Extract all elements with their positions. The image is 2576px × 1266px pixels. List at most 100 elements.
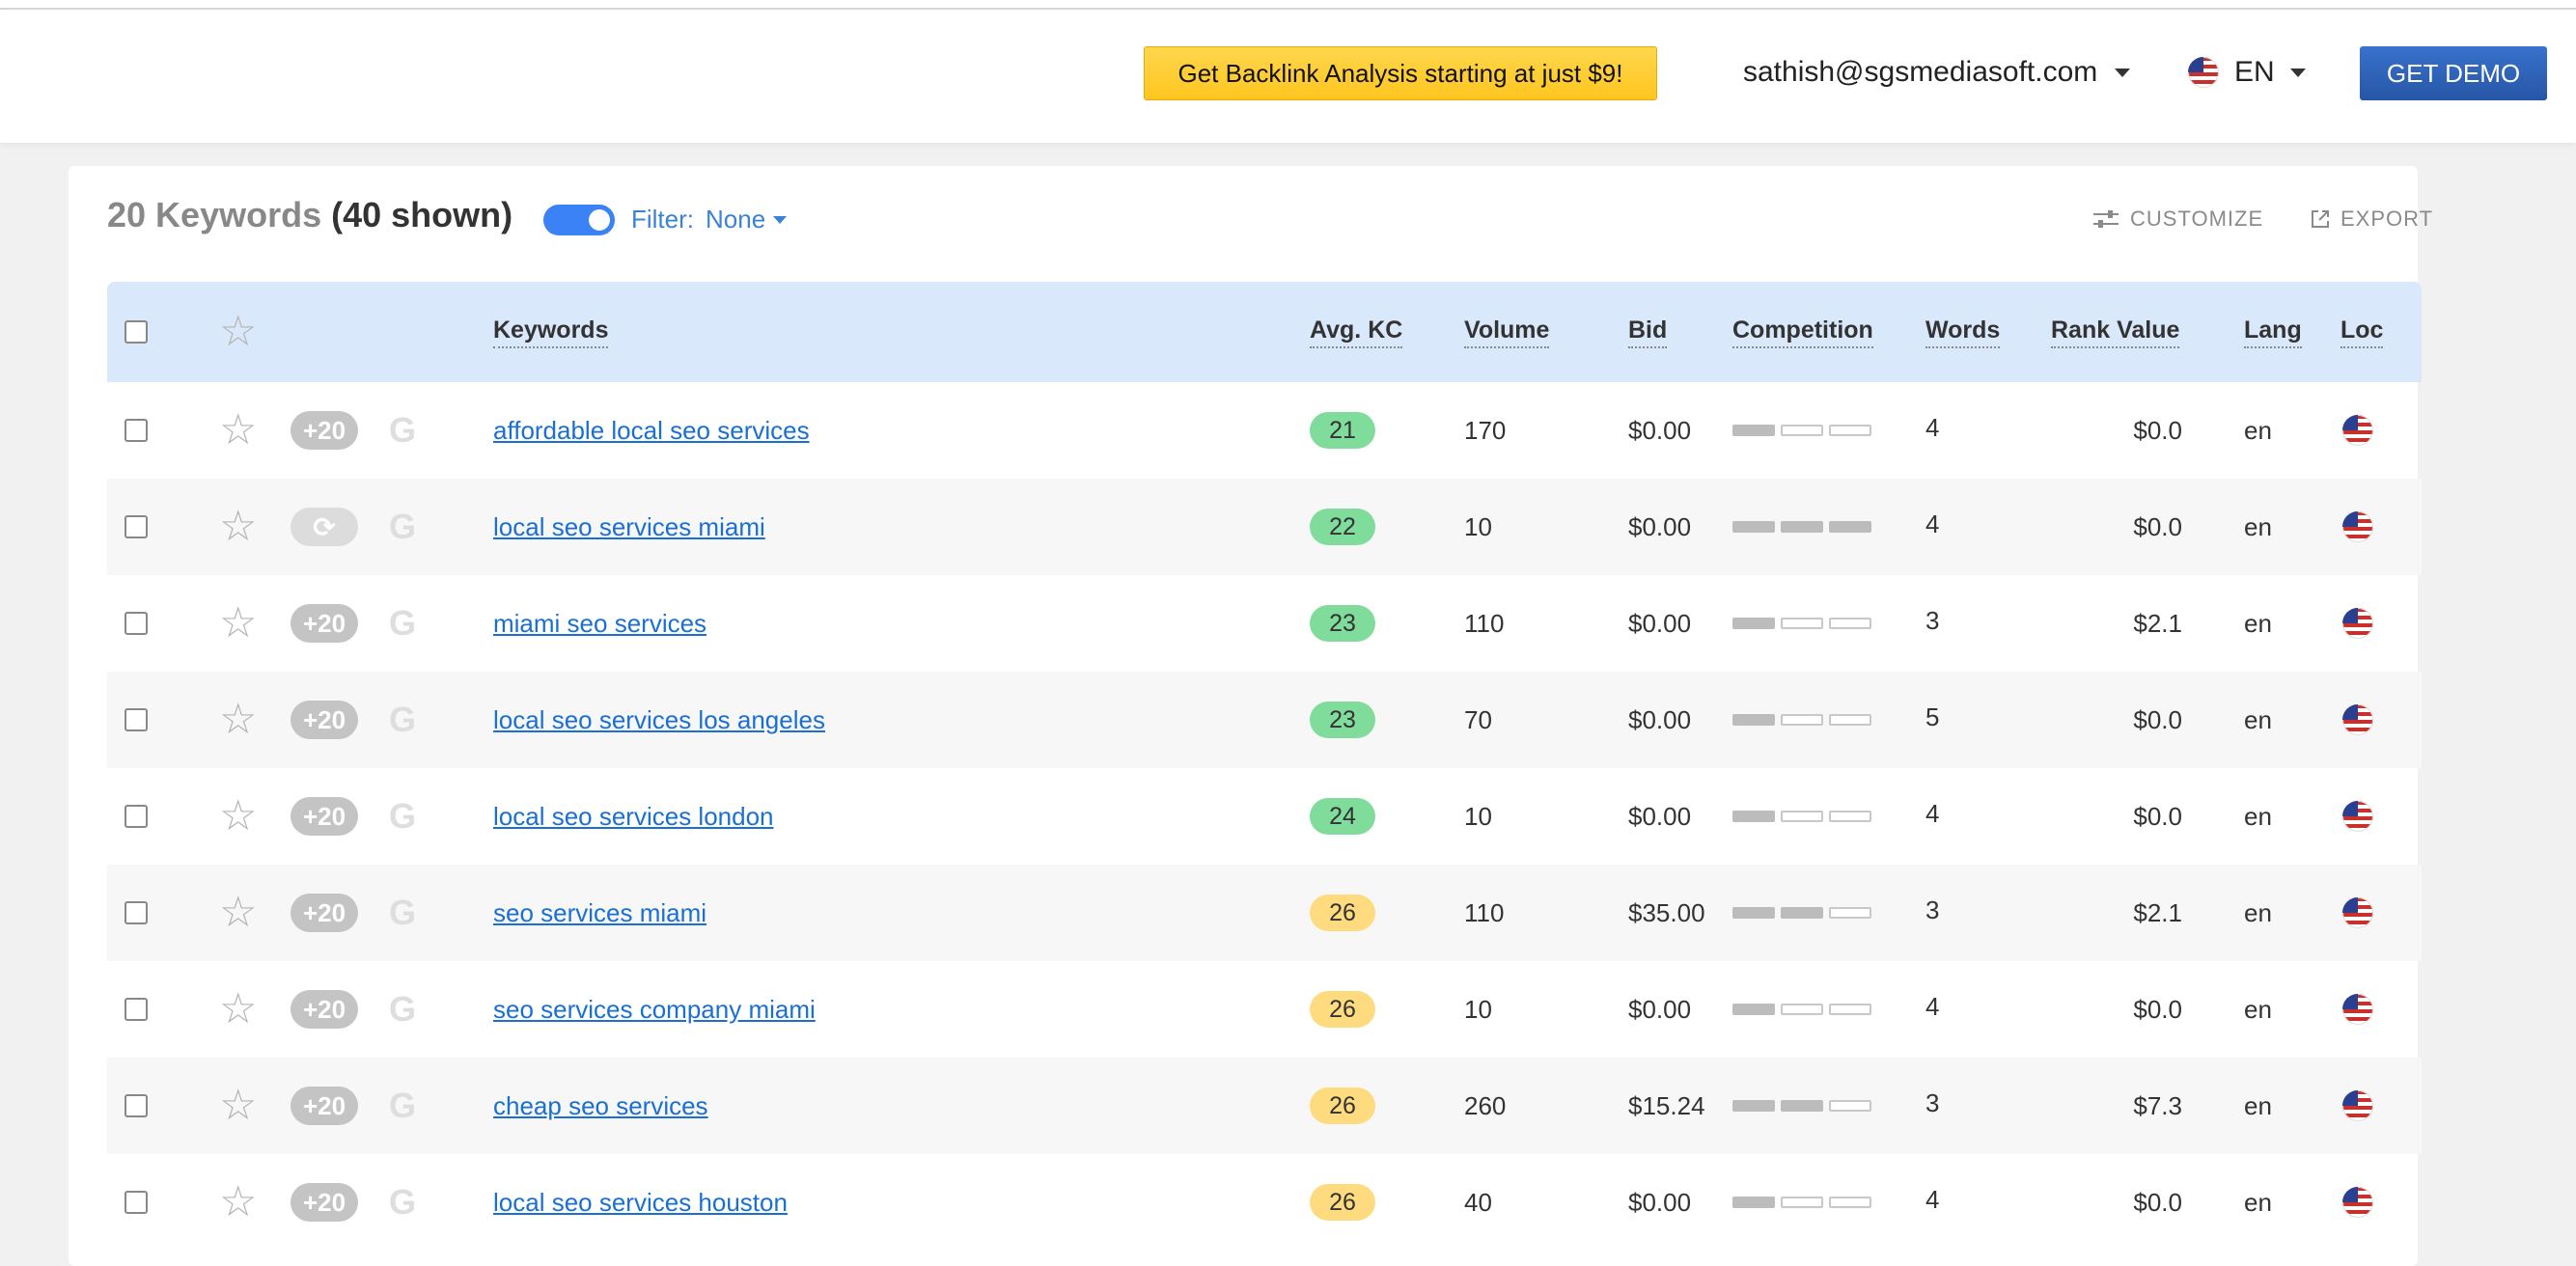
rank-value: $0.0 — [2133, 1187, 2182, 1217]
kc-badge: 26 — [1310, 1184, 1375, 1221]
rank-value: $7.3 — [2133, 1090, 2182, 1120]
column-competition[interactable]: Competition — [1732, 316, 1873, 348]
column-volume[interactable]: Volume — [1464, 316, 1550, 348]
column-bid[interactable]: Bid — [1628, 316, 1668, 348]
bid-value: $0.00 — [1628, 704, 1692, 734]
competition-segment — [1829, 618, 1871, 629]
competition-segment — [1829, 907, 1871, 919]
row-checkbox[interactable] — [125, 805, 148, 828]
export-button[interactable]: EXPORT — [2310, 206, 2433, 232]
star-icon[interactable]: ☆ — [219, 699, 257, 741]
column-words[interactable]: Words — [1925, 316, 2001, 348]
column-keywords[interactable]: Keywords — [493, 316, 609, 348]
column-loc[interactable]: Loc — [2341, 316, 2384, 348]
language-selector[interactable]: EN — [2188, 56, 2306, 89]
volume-value: 10 — [1464, 511, 1492, 541]
star-icon[interactable]: ☆ — [219, 409, 257, 452]
google-icon[interactable]: G — [389, 989, 416, 1030]
star-icon[interactable]: ☆ — [219, 506, 257, 548]
table-row: ☆ +20 Glocal seo services los angeles 23 70 $… — [107, 672, 2422, 768]
keyword-link[interactable]: affordable local seo services — [493, 416, 810, 446]
row-checkbox[interactable] — [125, 612, 148, 635]
star-icon[interactable]: ☆ — [219, 1085, 257, 1127]
google-icon[interactable]: G — [389, 1182, 416, 1223]
competition-meter — [1732, 1100, 1871, 1112]
competition-segment — [1781, 811, 1823, 822]
keyword-link[interactable]: seo services miami — [493, 898, 706, 928]
related-count-badge[interactable]: +20 — [291, 604, 358, 643]
star-icon[interactable]: ☆ — [219, 311, 257, 353]
column-rank-value[interactable]: Rank Value — [2051, 316, 2180, 348]
rank-value: $0.0 — [2133, 415, 2182, 445]
competition-meter — [1732, 425, 1871, 436]
export-label: EXPORT — [2341, 206, 2434, 231]
words-value: 4 — [1925, 412, 1940, 442]
related-count-badge[interactable]: +20 — [291, 894, 358, 932]
competition-segment — [1732, 618, 1775, 629]
star-icon[interactable]: ☆ — [219, 795, 257, 838]
kc-badge: 23 — [1310, 605, 1375, 642]
keyword-count-label: 20 Keywords — [107, 195, 322, 234]
keyword-link[interactable]: local seo services london — [493, 802, 774, 832]
column-avg-kc[interactable]: Avg. KC — [1310, 316, 1403, 348]
google-icon[interactable]: G — [389, 700, 416, 740]
get-demo-button[interactable]: GET DEMO — [2360, 46, 2547, 100]
google-icon[interactable]: G — [389, 796, 416, 837]
us-flag-icon — [2342, 897, 2373, 928]
keyword-link[interactable]: local seo services houston — [493, 1188, 788, 1218]
words-value: 3 — [1925, 1087, 1940, 1117]
competition-segment — [1829, 1197, 1871, 1208]
competition-segment — [1829, 1004, 1871, 1015]
words-value: 4 — [1925, 1184, 1940, 1214]
google-icon[interactable]: G — [389, 1086, 416, 1126]
competition-segment — [1829, 521, 1871, 533]
row-checkbox[interactable] — [125, 901, 148, 924]
kc-badge: 21 — [1310, 412, 1375, 449]
row-checkbox[interactable] — [125, 515, 148, 538]
keyword-link[interactable]: seo services company miami — [493, 995, 816, 1025]
related-count-badge[interactable]: ⟳ — [291, 508, 358, 546]
user-menu[interactable]: sathish@sgsmediasoft.com — [1743, 56, 2131, 89]
related-count-badge[interactable]: +20 — [291, 411, 358, 450]
google-icon[interactable]: G — [389, 507, 416, 547]
table-row: ☆ +20 Gseo services company miami 26 10 $0.00… — [107, 961, 2422, 1058]
keyword-link[interactable]: local seo services miami — [493, 512, 765, 542]
select-all-checkbox[interactable] — [125, 320, 148, 344]
us-flag-icon — [2342, 511, 2373, 542]
competition-segment — [1732, 1004, 1775, 1015]
kc-badge: 24 — [1310, 798, 1375, 835]
volume-value: 10 — [1464, 994, 1492, 1024]
backlink-promo-button[interactable]: Get Backlink Analysis starting at just $… — [1144, 46, 1657, 100]
keyword-link[interactable]: local seo services los angeles — [493, 705, 825, 735]
related-count-badge[interactable]: +20 — [291, 1183, 358, 1222]
column-lang[interactable]: Lang — [2244, 316, 2302, 348]
keyword-link[interactable]: cheap seo services — [493, 1091, 708, 1121]
related-count-badge[interactable]: +20 — [291, 1087, 358, 1125]
google-icon[interactable]: G — [389, 410, 416, 451]
kc-badge: 26 — [1310, 894, 1375, 931]
row-checkbox[interactable] — [125, 419, 148, 442]
google-icon[interactable]: G — [389, 893, 416, 933]
user-email: sathish@sgsmediasoft.com — [1743, 56, 2098, 88]
filter-dropdown[interactable]: None — [706, 205, 788, 234]
keyword-link[interactable]: miami seo services — [493, 609, 706, 639]
star-icon[interactable]: ☆ — [219, 892, 257, 934]
customize-button[interactable]: CUSTOMIZE — [2091, 206, 2263, 232]
star-icon[interactable]: ☆ — [219, 602, 257, 645]
related-count-badge[interactable]: +20 — [291, 797, 358, 836]
row-checkbox[interactable] — [125, 1094, 148, 1117]
google-icon[interactable]: G — [389, 603, 416, 644]
row-checkbox[interactable] — [125, 708, 148, 731]
bid-value: $0.00 — [1628, 994, 1692, 1024]
lang-value: en — [2244, 704, 2272, 734]
row-checkbox[interactable] — [125, 1191, 148, 1214]
star-icon[interactable]: ☆ — [219, 1181, 257, 1224]
chevron-down-icon — [773, 215, 788, 224]
related-count-badge[interactable]: +20 — [291, 701, 358, 739]
competition-segment — [1732, 1100, 1775, 1112]
row-checkbox[interactable] — [125, 998, 148, 1021]
star-icon[interactable]: ☆ — [219, 988, 257, 1031]
words-value: 5 — [1925, 702, 1940, 731]
related-count-badge[interactable]: +20 — [291, 990, 358, 1029]
show-all-toggle[interactable] — [543, 205, 615, 235]
